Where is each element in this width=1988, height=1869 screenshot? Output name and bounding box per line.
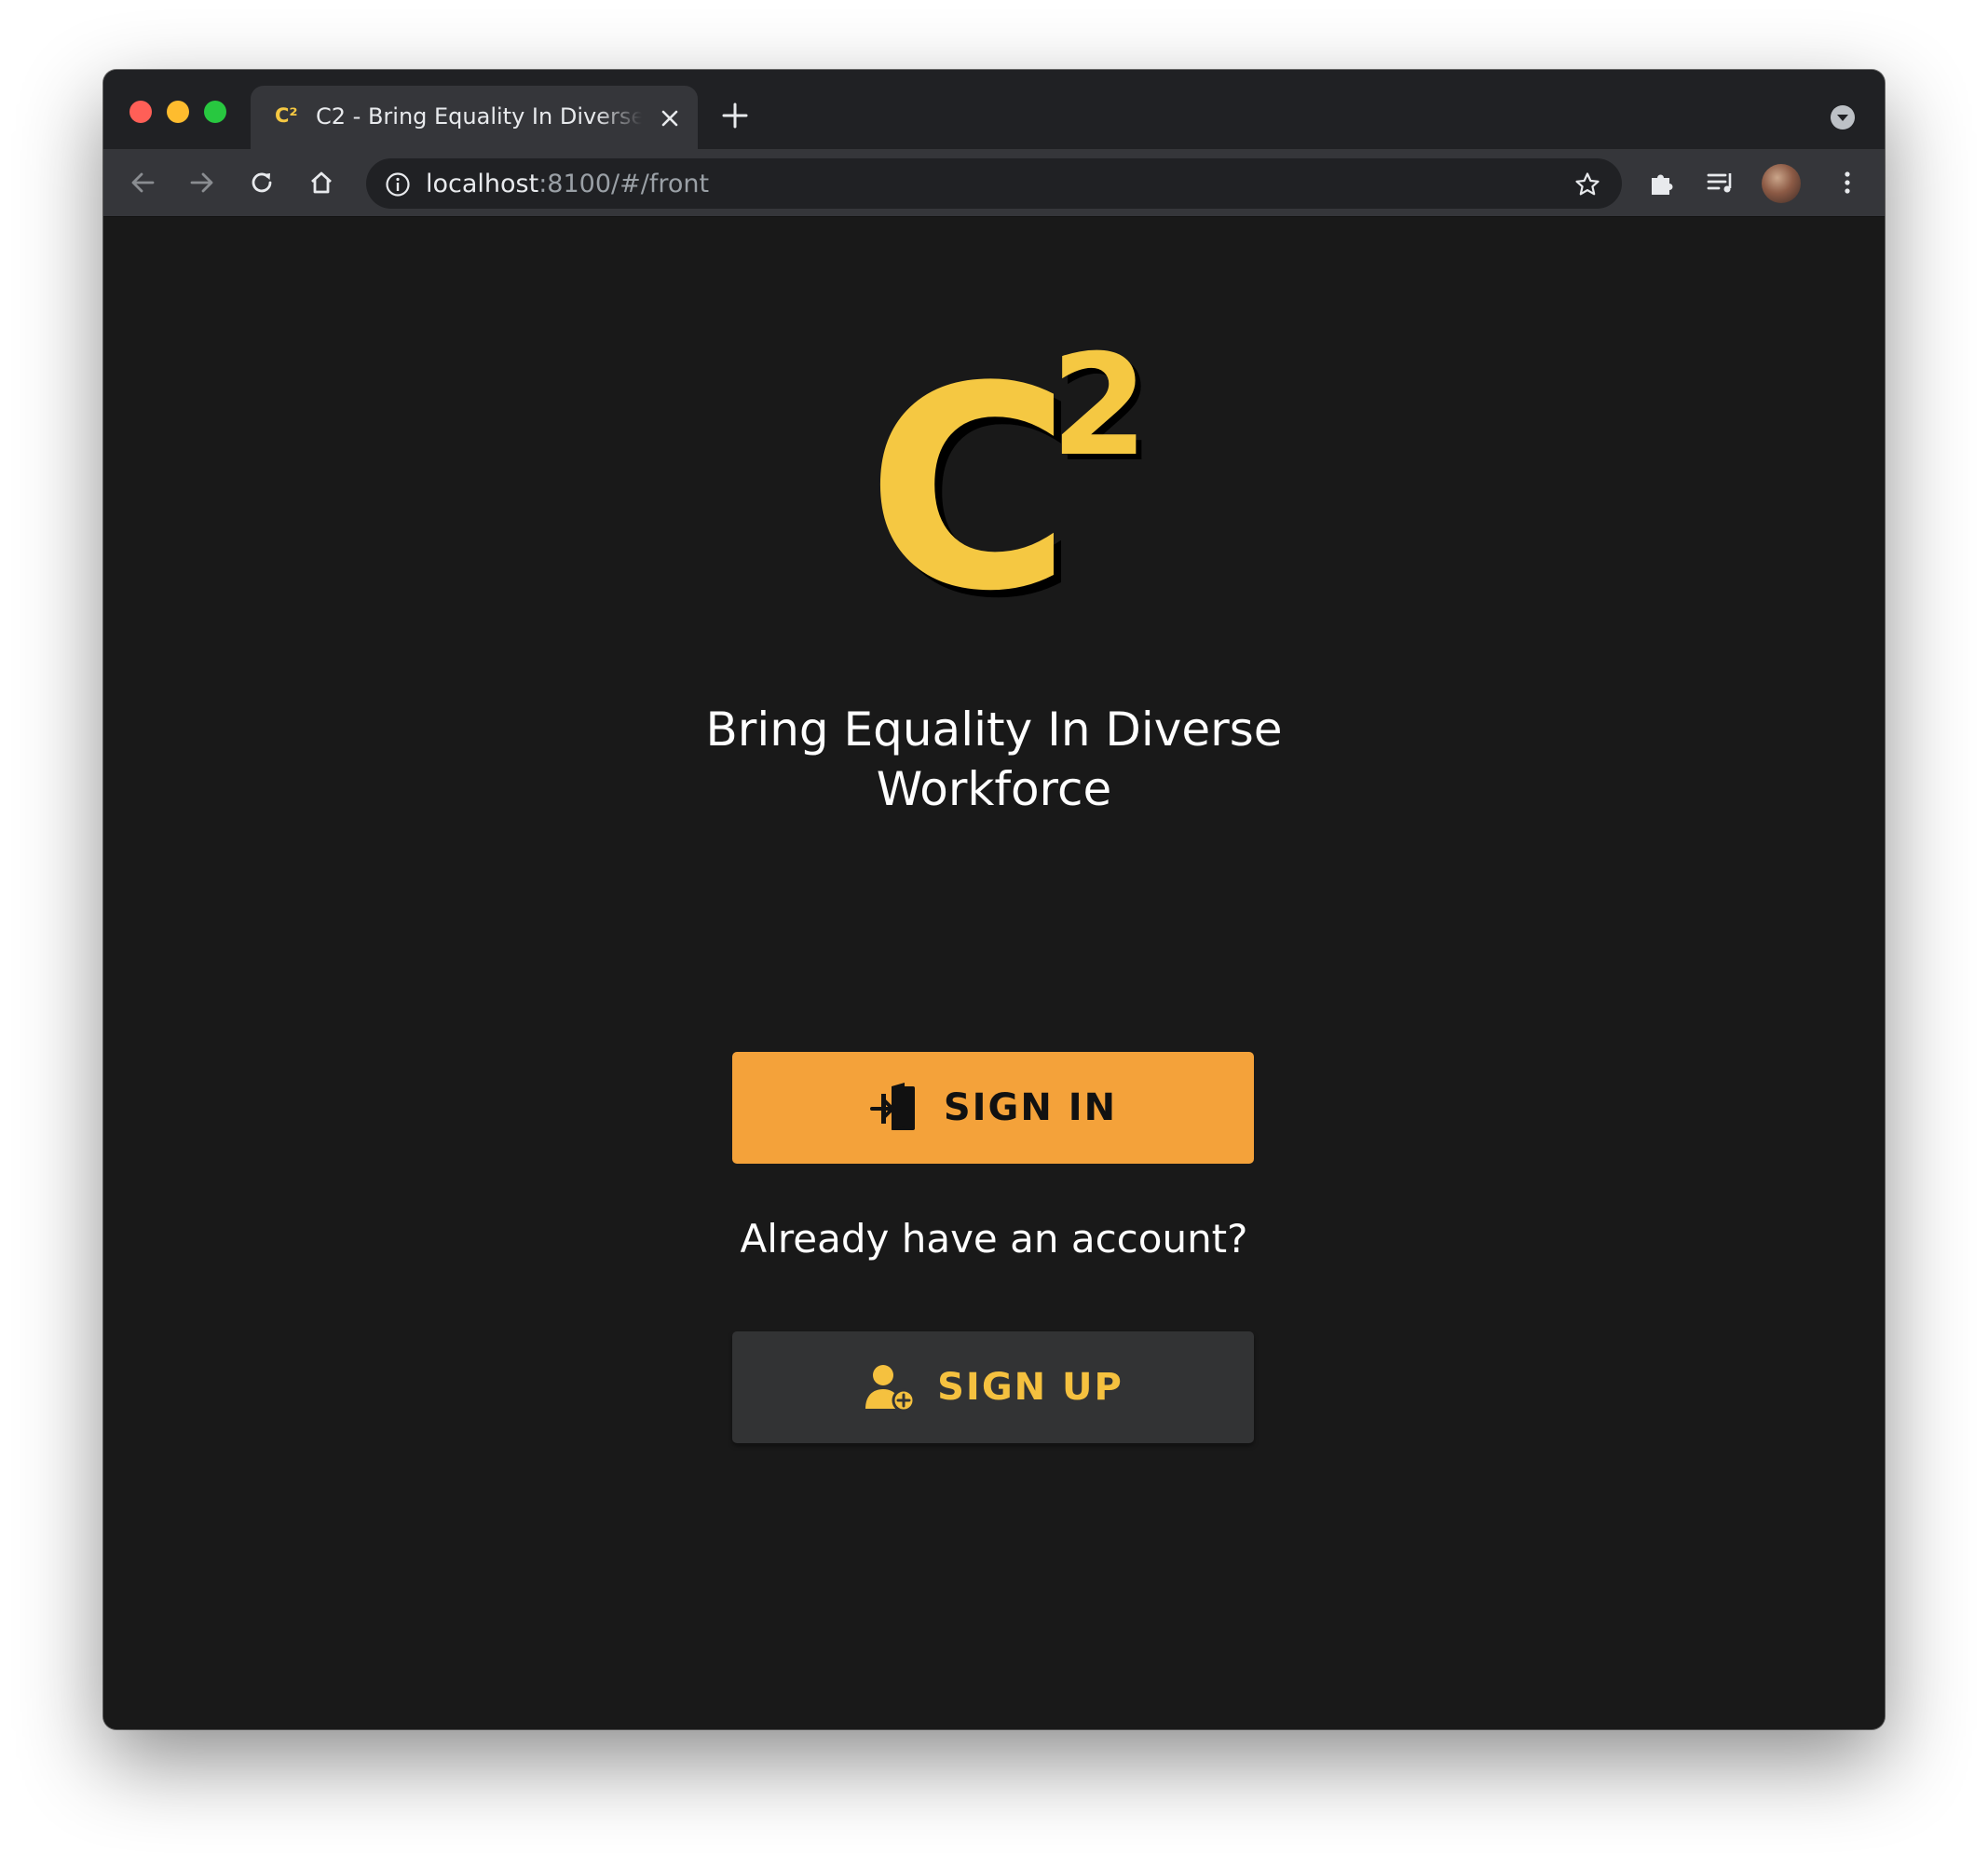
browser-window: C² C2 - Bring Equality In Diverse Workfo… xyxy=(103,70,1885,1729)
sign-in-door-icon xyxy=(869,1083,915,1130)
close-icon[interactable] xyxy=(657,105,683,131)
sign-in-button[interactable]: SIGN IN xyxy=(732,1052,1254,1164)
arrow-right-icon[interactable] xyxy=(185,166,219,199)
logo-superscript: 2 xyxy=(1051,346,1148,487)
user-add-icon xyxy=(865,1365,916,1412)
tagline-line-2: Workforce xyxy=(876,762,1112,816)
tagline-line-1: Bring Equality In Diverse xyxy=(705,703,1283,757)
arrow-left-icon[interactable] xyxy=(126,166,159,199)
favicon-icon: C² xyxy=(275,104,298,127)
address-bar[interactable]: localhost:8100/#/front xyxy=(366,158,1622,209)
url-text[interactable]: localhost:8100/#/front xyxy=(426,170,709,198)
minimize-window-button[interactable] xyxy=(167,101,189,123)
c2-logo: C C 2 2 xyxy=(866,346,1151,616)
avatar[interactable] xyxy=(1762,164,1801,203)
close-window-button[interactable] xyxy=(129,101,152,123)
sign-up-label: SIGN UP xyxy=(937,1366,1123,1409)
page-content: C C 2 2 Bring Equality In Diverse Workfo… xyxy=(103,217,1885,1729)
star-icon[interactable] xyxy=(1573,171,1601,198)
home-icon[interactable] xyxy=(305,166,338,199)
url-path: :8100/#/front xyxy=(538,170,710,198)
kebab-menu-icon[interactable] xyxy=(1831,166,1864,199)
tab-strip: C² C2 - Bring Equality In Diverse Workfo… xyxy=(103,70,1885,149)
tab-title: C2 - Bring Equality In Diverse Workforce xyxy=(316,103,642,130)
tab-search-icon[interactable] xyxy=(1830,104,1856,130)
tagline: Bring Equality In Diverse Workforce xyxy=(621,700,1367,819)
new-tab-icon[interactable] xyxy=(721,102,749,130)
url-host: localhost xyxy=(426,170,539,198)
logo-letter: C xyxy=(866,346,1071,616)
browser-tab[interactable]: C² C2 - Bring Equality In Diverse Workfo… xyxy=(251,86,698,149)
sign-up-button[interactable]: SIGN UP xyxy=(732,1331,1254,1443)
info-icon[interactable] xyxy=(385,171,411,198)
account-prompt: Already have an account? xyxy=(740,1216,1248,1262)
reload-icon[interactable] xyxy=(245,166,279,199)
browser-toolbar: localhost:8100/#/front xyxy=(103,149,1885,217)
media-queue-icon[interactable] xyxy=(1704,166,1737,199)
sign-in-label: SIGN IN xyxy=(943,1086,1118,1129)
maximize-window-button[interactable] xyxy=(204,101,226,123)
puzzle-icon[interactable] xyxy=(1646,166,1680,199)
